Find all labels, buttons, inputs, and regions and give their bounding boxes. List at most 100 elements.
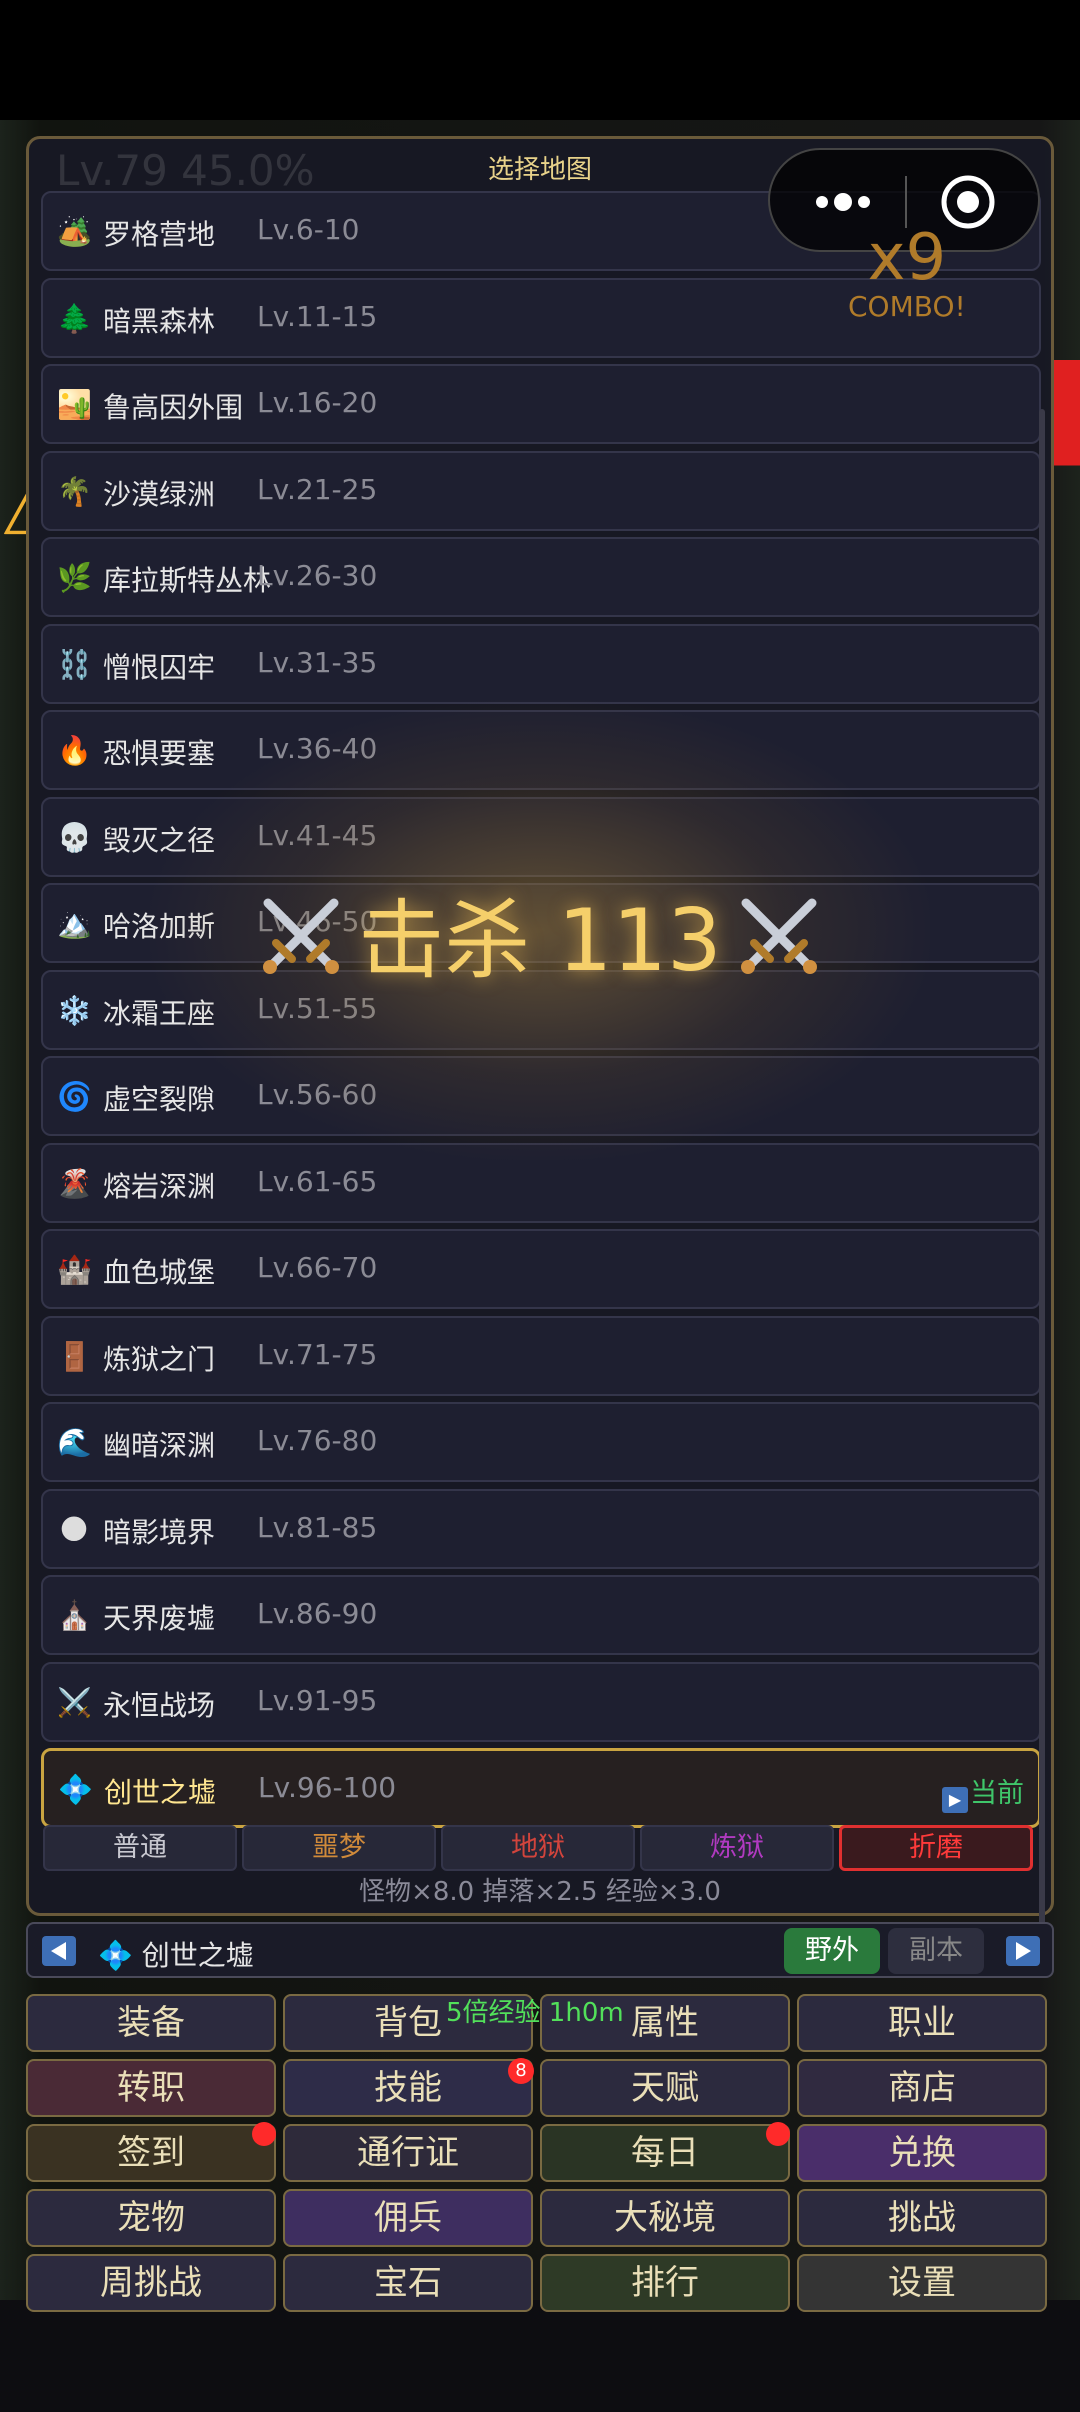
difficulty-tab[interactable]: 炼狱	[640, 1825, 834, 1871]
map-name: 创世之墟	[104, 1776, 217, 1809]
diamond-icon: 💠	[98, 1939, 133, 1972]
map-item[interactable]: 🌋 熔岩深渊 Lv.61-65	[41, 1143, 1041, 1223]
map-name: 憎恨囚牢	[103, 651, 216, 684]
menu-button[interactable]: 兑换	[797, 2124, 1047, 2182]
menu-button[interactable]: 挑战	[797, 2189, 1047, 2247]
map-level-range: Lv.31-35	[257, 646, 378, 679]
map-item[interactable]: 🔥 恐惧要塞 Lv.36-40	[41, 710, 1041, 790]
menu-button[interactable]: 每日	[540, 2124, 790, 2182]
map-level-range: Lv.21-25	[257, 473, 378, 506]
scrollbar[interactable]	[1039, 409, 1045, 1969]
map-name: 血色城堡	[103, 1256, 216, 1289]
crossed-swords-icon	[736, 893, 822, 1000]
next-map-button[interactable]	[1006, 1936, 1040, 1966]
menu-button[interactable]: 佣兵	[283, 2189, 533, 2247]
notification-dot	[766, 2122, 790, 2146]
map-level-range: Lv.56-60	[257, 1078, 378, 1111]
map-item[interactable]: 🌀 虚空裂隙 Lv.56-60	[41, 1056, 1041, 1136]
map-icon: 🏜️	[57, 388, 92, 421]
map-name: 永恒战场	[103, 1689, 216, 1722]
menu-button[interactable]: 周挑战	[26, 2254, 276, 2312]
map-item[interactable]: 🌴 沙漠绿洲 Lv.21-25	[41, 451, 1041, 531]
map-level-range: Lv.71-75	[257, 1338, 378, 1371]
map-name: 暗影境界	[103, 1516, 216, 1549]
notification-dot	[252, 2122, 276, 2146]
map-name: 恐惧要塞	[103, 737, 216, 770]
menu-button[interactable]: 通行证	[283, 2124, 533, 2182]
combo-counter: x9 COMBO!	[848, 226, 966, 323]
menu-button[interactable]: 宠物	[26, 2189, 276, 2247]
map-name: 暗黑森林	[103, 305, 216, 338]
map-level-range: Lv.86-90	[257, 1597, 378, 1630]
current-label: 当前	[970, 1778, 1024, 1809]
menu-button[interactable]: 职业	[797, 1994, 1047, 2052]
menu-button[interactable]: 天赋	[540, 2059, 790, 2117]
map-item[interactable]: 💠 创世之墟 Lv.96-100 ▶ 当前	[41, 1748, 1041, 1828]
skills-badge: 8	[508, 2058, 534, 2084]
map-icon: 💠	[58, 1773, 93, 1806]
map-item[interactable]: 🏜️ 鲁高因外围 Lv.16-20	[41, 364, 1041, 444]
play-icon: ▶	[942, 1787, 968, 1813]
previous-map-button[interactable]	[42, 1936, 76, 1966]
map-icon: ⛓️	[57, 648, 92, 681]
map-level-range: Lv.41-45	[257, 819, 378, 852]
close-target-icon[interactable]	[938, 172, 998, 232]
map-icon: 🌲	[57, 302, 92, 335]
difficulty-tabs: 普通 噩梦 地狱 炼狱 折磨	[43, 1825, 1043, 1871]
map-item[interactable]: 🌊 幽暗深渊 Lv.76-80	[41, 1402, 1041, 1482]
map-name: 炼狱之门	[103, 1343, 216, 1376]
map-item[interactable]: 💀 毁灭之径 Lv.41-45	[41, 797, 1041, 877]
menu-button[interactable]: 转职	[26, 2059, 276, 2117]
map-icon: 🌀	[57, 1080, 92, 1113]
background-decoration-right: ▌	[1052, 360, 1080, 760]
map-icon: 🌿	[57, 561, 92, 594]
map-item[interactable]: ⛓️ 憎恨囚牢 Lv.31-35	[41, 624, 1041, 704]
map-icon: 💀	[57, 821, 92, 854]
map-level-range: Lv.61-65	[257, 1165, 378, 1198]
map-icon: 🏕️	[57, 215, 92, 248]
map-level-range: Lv.91-95	[257, 1684, 378, 1717]
more-options-icon[interactable]	[808, 178, 878, 226]
menu-button[interactable]: 大秘境	[540, 2189, 790, 2247]
menu-button[interactable]: 装备	[26, 1994, 276, 2052]
map-icon: 🌋	[57, 1167, 92, 1200]
menu-button[interactable]: 设置	[797, 2254, 1047, 2312]
combo-label: COMBO!	[848, 290, 966, 323]
menu-button[interactable]: 商店	[797, 2059, 1047, 2117]
map-item[interactable]: ⛪ 天界废墟 Lv.86-90	[41, 1575, 1041, 1655]
difficulty-tab[interactable]: 普通	[43, 1825, 237, 1871]
wild-button[interactable]: 野外	[784, 1928, 880, 1974]
menu-button[interactable]: 宝石	[283, 2254, 533, 2312]
map-item[interactable]: ⚔️ 永恒战场 Lv.91-95	[41, 1662, 1041, 1742]
current-map-label[interactable]: 💠 创世之墟	[98, 1934, 254, 1974]
map-name: 鲁高因外围	[103, 391, 244, 424]
map-item[interactable]: 🏰 血色城堡 Lv.66-70	[41, 1229, 1041, 1309]
combo-count: x9	[867, 221, 947, 295]
map-name: 毁灭之径	[103, 824, 216, 857]
map-icon: 🏰	[57, 1253, 92, 1286]
menu-button[interactable]: 排行	[540, 2254, 790, 2312]
current-map-name: 创世之墟	[141, 1939, 254, 1972]
map-name: 罗格营地	[103, 218, 216, 251]
map-level-range: Lv.66-70	[257, 1251, 378, 1284]
map-item[interactable]: 🚪 炼狱之门 Lv.71-75	[41, 1316, 1041, 1396]
difficulty-tab[interactable]: 噩梦	[242, 1825, 436, 1871]
difficulty-tab[interactable]: 地狱	[441, 1825, 635, 1871]
difficulty-tab[interactable]: 折磨	[839, 1825, 1033, 1871]
map-level-range: Lv.96-100	[258, 1771, 397, 1804]
map-level-range: Lv.6-10	[257, 213, 360, 246]
map-item[interactable]: 🌑 暗影境界 Lv.81-85	[41, 1489, 1041, 1569]
map-name: 沙漠绿洲	[103, 478, 216, 511]
menu-button[interactable]: 签到	[26, 2124, 276, 2182]
dungeon-button[interactable]: 副本	[888, 1928, 984, 1974]
status-bar	[0, 0, 1080, 120]
difficulty-stats: 怪物×8.0 掉落×2.5 经验×3.0	[359, 1877, 721, 1907]
map-item[interactable]: 🌿 库拉斯特丛林 Lv.26-30	[41, 537, 1041, 617]
map-name: 幽暗深渊	[103, 1429, 216, 1462]
map-name: 虚空裂隙	[103, 1083, 216, 1116]
map-icon: ⚔️	[57, 1686, 92, 1719]
map-icon: ⛪	[57, 1599, 92, 1632]
menu-button[interactable]: 技能	[283, 2059, 533, 2117]
map-name: 熔岩深渊	[103, 1170, 216, 1203]
bottom-background	[0, 2300, 1080, 2412]
